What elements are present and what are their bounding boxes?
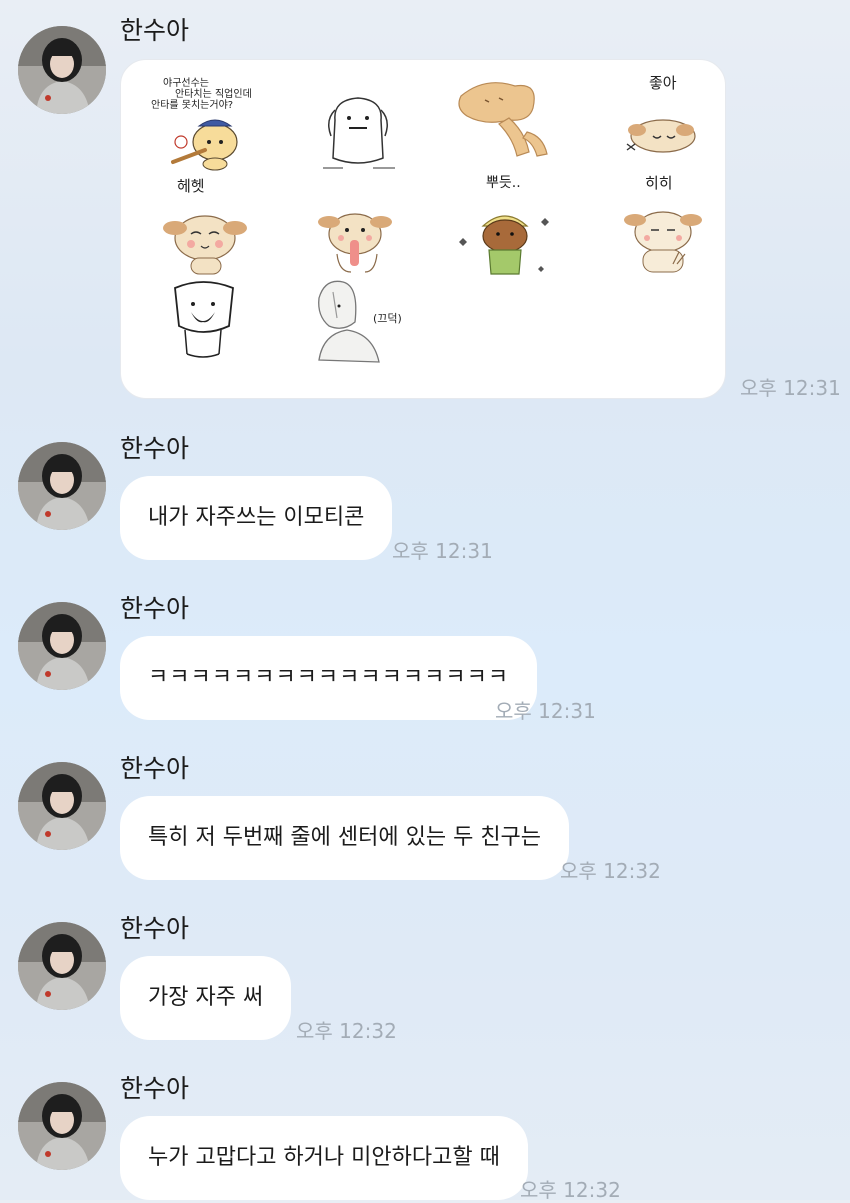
sticker-caption: 좋아	[649, 74, 677, 92]
sender-name: 한수아	[120, 434, 190, 463]
message-time: 오후 12:32	[296, 1019, 397, 1043]
sticker-white-dog[interactable]	[303, 80, 413, 180]
proud-puppy-icon	[459, 215, 549, 275]
sketch-dog-icon	[174, 281, 234, 358]
sticker-caption: (끄덕)	[373, 312, 402, 325]
lying-puppy-icon	[458, 82, 548, 157]
hehet-puppy-icon	[163, 215, 247, 275]
avatar[interactable]	[18, 602, 106, 690]
hihi-puppy-icon	[624, 211, 702, 273]
avatar[interactable]	[18, 442, 106, 530]
sticker-sketch-dog[interactable]	[151, 274, 261, 374]
sender-name: 한수아	[120, 914, 190, 943]
sticker-hihi-puppy[interactable]	[613, 188, 723, 288]
sender-name: 한수아	[120, 754, 190, 783]
sender-name: 한수아	[120, 16, 190, 45]
white-dog-icon	[323, 97, 395, 169]
avatar[interactable]	[18, 1082, 106, 1170]
message-bubble[interactable]: 특히 저 두번째 줄에 센터에 있는 두 친구는	[120, 796, 570, 880]
message-bubble[interactable]: 가장 자주 써	[120, 956, 292, 1040]
sticker-caption: 야구선수는 안타치는 직업인데 안타를 못치는거야?	[151, 78, 252, 111]
message-bubble[interactable]: 내가 자주쓰는 이모티콘	[120, 476, 393, 560]
sticker-joa-puppy[interactable]	[611, 80, 721, 180]
message-bubble[interactable]: 누가 고맙다고 하거나 미안하다고할 때	[120, 1116, 528, 1200]
sender-name: 한수아	[120, 1074, 190, 1103]
avatar[interactable]	[18, 762, 106, 850]
message-time: 오후 12:31	[495, 699, 596, 723]
message-bubble[interactable]: ㅋㅋㅋㅋㅋㅋㅋㅋㅋㅋㅋㅋㅋㅋㅋㅋㅋ	[120, 636, 538, 720]
joa-puppy-icon	[626, 119, 696, 153]
profile-photo	[18, 922, 106, 1010]
sticker-caption: 뿌듯..	[486, 175, 521, 191]
profile-photo	[18, 762, 106, 850]
profile-photo	[18, 442, 106, 530]
profile-photo	[18, 602, 106, 690]
sticker-caption: 헤헷	[177, 177, 205, 195]
sticker-caption: 히히	[645, 174, 673, 192]
sender-name: 한수아	[120, 594, 190, 623]
sticker-proud-puppy[interactable]	[453, 188, 563, 288]
profile-photo	[18, 1082, 106, 1170]
profile-photo	[18, 26, 106, 114]
message-time: 오후 12:31	[392, 539, 493, 563]
avatar[interactable]	[18, 26, 106, 114]
sticker-hehet-puppy[interactable]	[153, 188, 263, 288]
message-time: 오후 12:32	[520, 1178, 621, 1202]
avatar[interactable]	[18, 922, 106, 1010]
sticker-grid[interactable]: 야구선수는 안타치는 직업인데 안타를 못치는거야? 좋아 헤헷 뿌듯.. 히히…	[120, 59, 726, 399]
message-time: 오후 12:31	[740, 376, 841, 400]
message-time: 오후 12:32	[560, 859, 661, 883]
sticker-lying-puppy[interactable]	[455, 72, 573, 172]
